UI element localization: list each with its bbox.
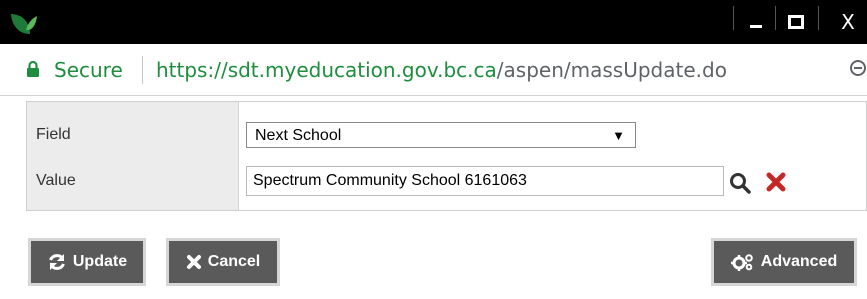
- app-logo-icon: [11, 14, 37, 34]
- close-icon: X: [841, 10, 855, 34]
- secure-label: Secure: [54, 58, 123, 82]
- window-titlebar: X: [0, 0, 867, 44]
- cancel-button-label: Cancel: [207, 253, 261, 270]
- field-label: Field: [36, 126, 71, 143]
- minimize-icon: [750, 25, 762, 28]
- search-icon[interactable]: [729, 172, 751, 194]
- gears-icon: [730, 254, 753, 271]
- url-host: https://sdt.myeducation.gov.bc.ca: [156, 58, 497, 82]
- titlebar-separator: [818, 6, 819, 30]
- mass-update-form: Field Value Next School ▼: [26, 101, 867, 211]
- url-text[interactable]: https://sdt.myeducation.gov.bc.ca/aspen/…: [156, 58, 727, 82]
- maximize-icon: [788, 15, 804, 29]
- close-icon: [186, 255, 201, 269]
- maximize-button[interactable]: [780, 6, 812, 38]
- value-label: Value: [36, 172, 76, 189]
- address-bar[interactable]: Secure https://sdt.myeducation.gov.bc.ca…: [0, 44, 867, 96]
- lock-icon: [27, 60, 39, 77]
- zoom-out-icon[interactable]: [848, 58, 867, 82]
- address-separator: [142, 56, 143, 84]
- label-column: Field Value: [27, 102, 239, 210]
- advanced-button[interactable]: Advanced: [711, 238, 857, 286]
- minimize-button[interactable]: [740, 6, 772, 38]
- titlebar-separator: [733, 6, 734, 30]
- clear-value-icon[interactable]: [765, 171, 787, 193]
- dropdown-arrow-icon: ▼: [612, 128, 625, 143]
- field-select[interactable]: Next School ▼: [246, 122, 636, 148]
- refresh-icon: [48, 254, 65, 270]
- update-button[interactable]: Update: [28, 238, 146, 286]
- advanced-button-label: Advanced: [760, 253, 838, 270]
- titlebar-separator: [775, 6, 776, 30]
- update-button-label: Update: [72, 253, 128, 270]
- value-input[interactable]: [246, 166, 724, 196]
- field-select-value: Next School: [255, 127, 342, 144]
- cancel-button[interactable]: Cancel: [166, 238, 280, 286]
- url-path: /aspen/massUpdate.do: [496, 58, 727, 82]
- close-button[interactable]: X: [828, 6, 867, 38]
